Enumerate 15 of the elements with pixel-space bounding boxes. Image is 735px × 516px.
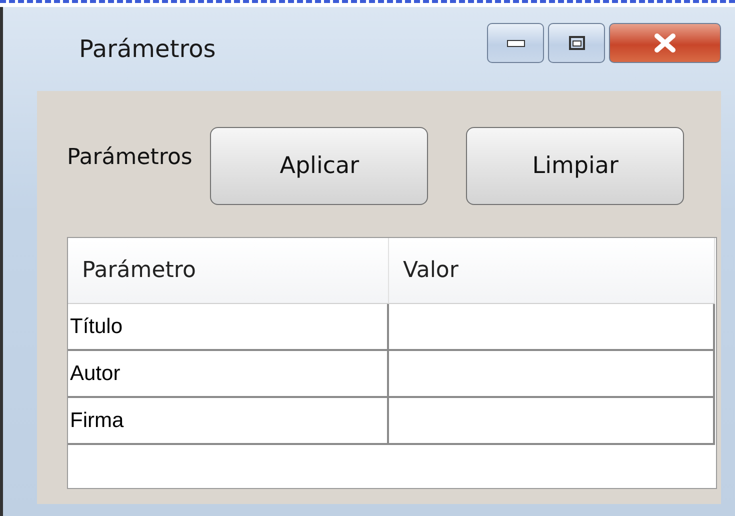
clear-button[interactable]: Limpiar — [466, 127, 684, 205]
close-icon — [654, 33, 676, 53]
minimize-button[interactable] — [487, 23, 544, 63]
parameters-label: Parámetros — [67, 145, 192, 170]
column-header[interactable]: Parámetro — [68, 238, 389, 304]
minimize-icon — [506, 40, 524, 46]
column-header[interactable]: Valor — [389, 238, 715, 304]
apply-button[interactable]: Aplicar — [210, 127, 428, 205]
maximize-button[interactable] — [548, 23, 605, 63]
maximize-icon — [568, 36, 584, 50]
window-title: Parámetros — [79, 35, 216, 63]
close-button[interactable] — [609, 23, 721, 63]
table-cell: Firma — [68, 398, 389, 445]
table-cell: Autor — [68, 351, 389, 398]
table-cell: Título — [68, 304, 389, 351]
